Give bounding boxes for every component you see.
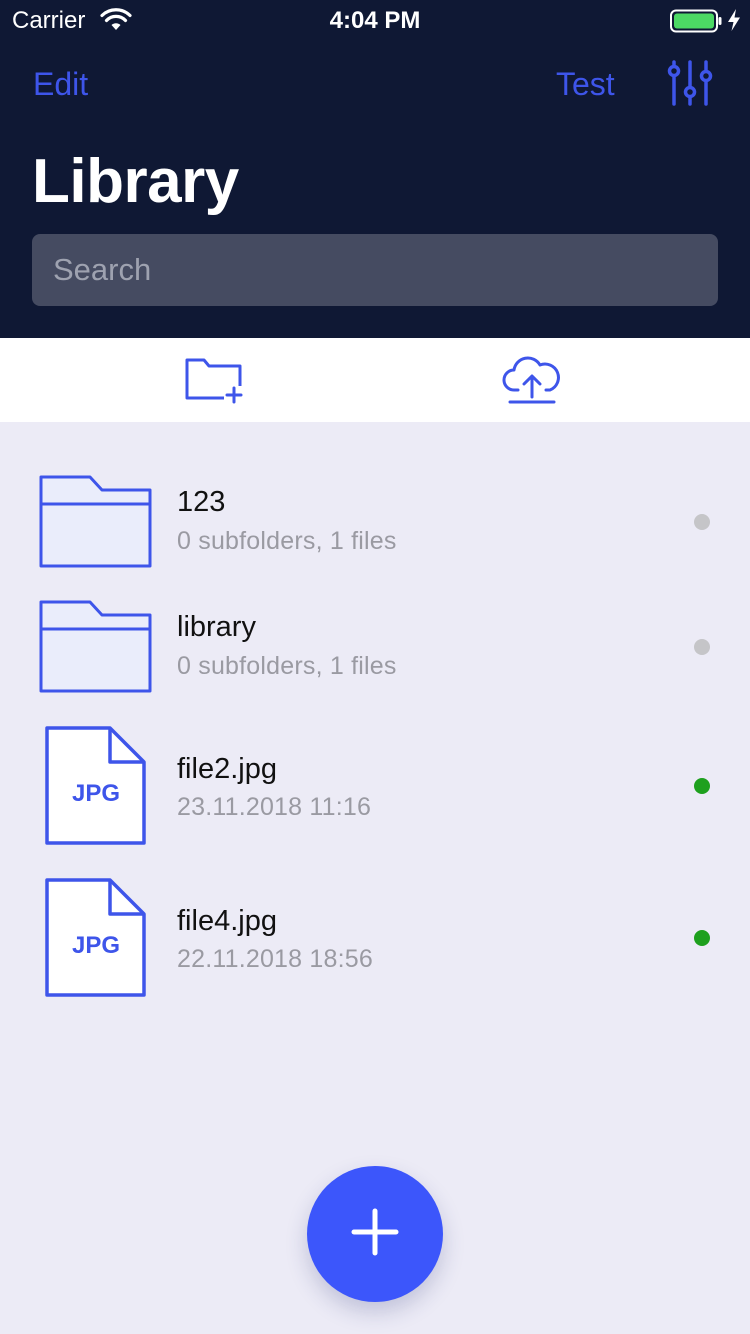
page-title: Library xyxy=(32,147,239,216)
item-name: library xyxy=(177,611,256,643)
sliders-icon[interactable] xyxy=(664,58,716,113)
file-badge: JPG xyxy=(72,780,120,807)
jpg-file-icon: JPG xyxy=(44,725,148,852)
jpg-file-icon: JPG xyxy=(44,877,148,1004)
search-input[interactable] xyxy=(32,234,718,306)
item-subtitle: 23.11.2018 11:16 xyxy=(177,793,372,821)
test-button[interactable]: Test xyxy=(556,66,615,103)
charging-bolt-icon xyxy=(727,8,741,39)
status-dot xyxy=(694,778,710,794)
file-badge: JPG xyxy=(72,932,120,959)
item-name: file4.jpg xyxy=(177,905,277,937)
folder-icon xyxy=(38,474,154,575)
item-subtitle: 22.11.2018 18:56 xyxy=(177,945,373,973)
item-name: 123 xyxy=(177,486,226,518)
edit-button[interactable]: Edit xyxy=(33,66,88,103)
list-item-folder[interactable]: library 0 subfolders, 1 files xyxy=(0,599,750,695)
folder-plus-icon[interactable] xyxy=(184,356,246,409)
status-dot xyxy=(694,930,710,946)
action-toolbar xyxy=(0,338,750,422)
status-bar: Carrier 4:04 PM xyxy=(0,0,750,40)
status-dot xyxy=(694,514,710,530)
list-item-file[interactable]: JPG file2.jpg 23.11.2018 11:16 xyxy=(0,725,750,847)
status-dot xyxy=(694,639,710,655)
cloud-upload-icon[interactable] xyxy=(502,356,562,411)
folder-icon xyxy=(38,599,154,700)
plus-icon xyxy=(351,1208,399,1261)
item-name: file2.jpg xyxy=(177,753,277,785)
status-time: 4:04 PM xyxy=(329,7,421,34)
list-item-folder[interactable]: 123 0 subfolders, 1 files xyxy=(0,474,750,570)
item-subtitle: 0 subfolders, 1 files xyxy=(177,527,397,555)
list-item-file[interactable]: JPG file4.jpg 22.11.2018 18:56 xyxy=(0,877,750,999)
add-button[interactable] xyxy=(307,1166,443,1302)
battery-icon xyxy=(670,9,722,40)
header: Carrier 4:04 PM Edit Test Library Search xyxy=(0,0,750,338)
item-subtitle: 0 subfolders, 1 files xyxy=(177,652,397,680)
